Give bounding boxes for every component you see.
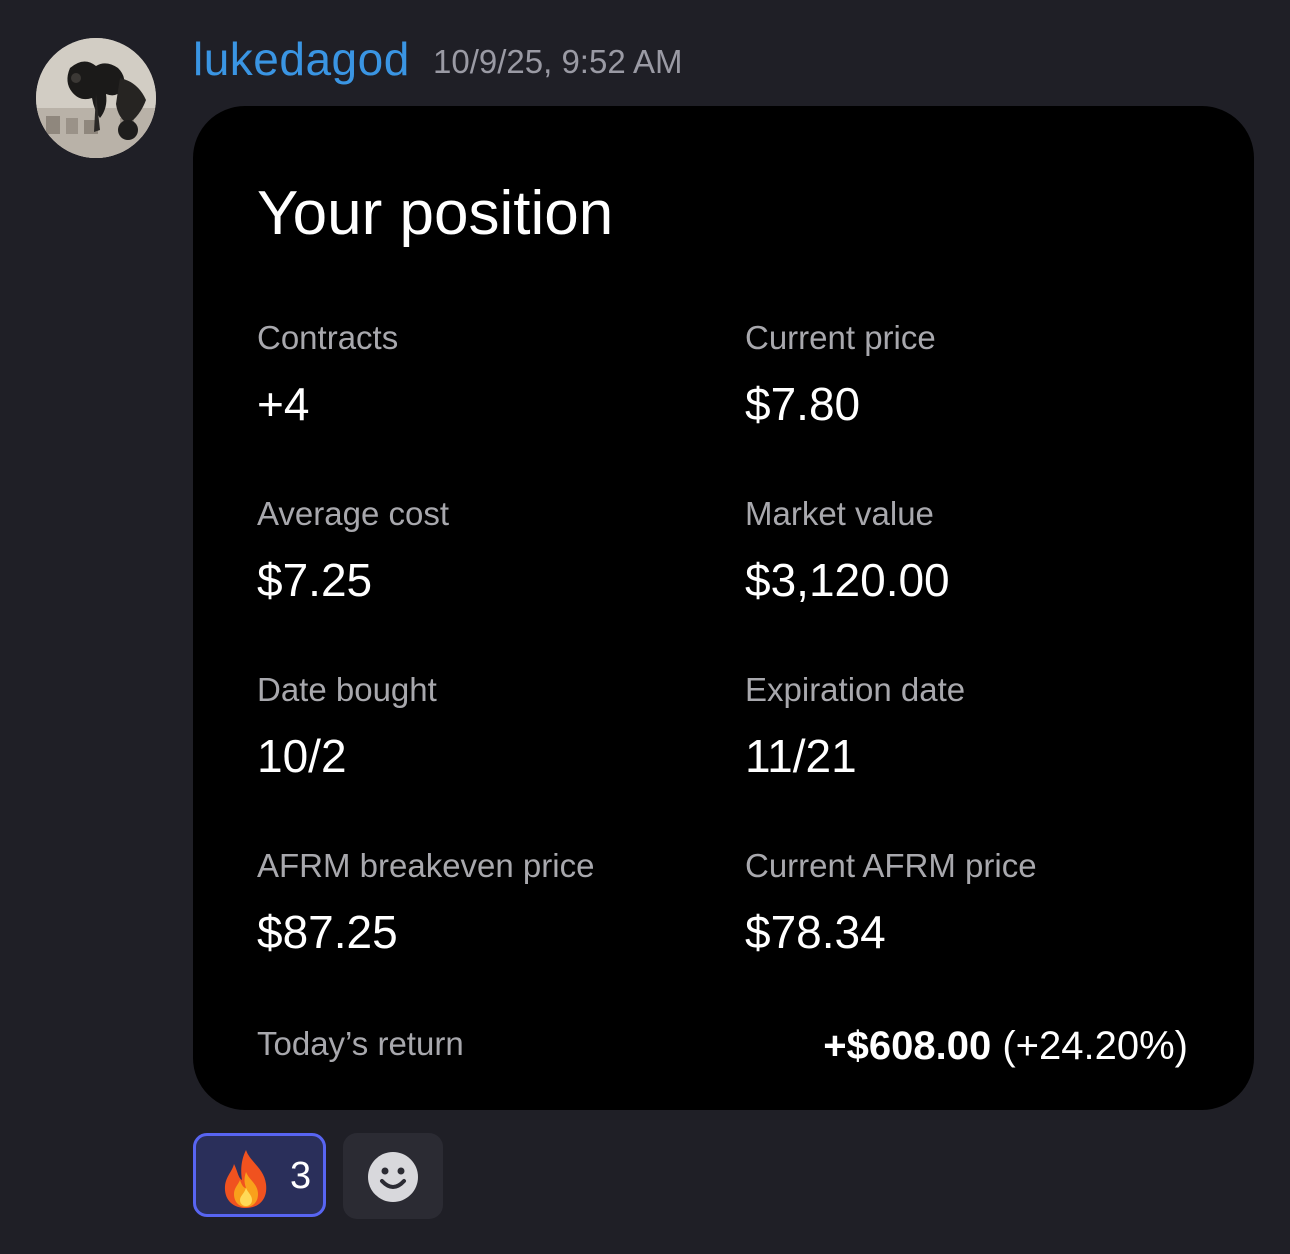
average-cost-value: $7.25 bbox=[257, 554, 373, 606]
expiration-date-value: 11/21 bbox=[745, 730, 857, 782]
date-bought-label: Date bought bbox=[257, 671, 437, 708]
timestamp: 10/9/25, 9:52 AM bbox=[433, 43, 683, 80]
card-title: Your position bbox=[257, 179, 614, 248]
current-price-value: $7.80 bbox=[745, 378, 861, 430]
breakeven-price-value: $87.25 bbox=[257, 906, 398, 958]
add-reaction-button[interactable] bbox=[343, 1133, 443, 1219]
fire-emoji-icon bbox=[224, 1150, 267, 1208]
fire-reaction-button[interactable]: 3 bbox=[193, 1133, 326, 1217]
position-card: Your position Contracts +4 Current price… bbox=[193, 106, 1254, 1110]
chat-message: lukedagod 10/9/25, 9:52 AM Your position… bbox=[0, 0, 1290, 1254]
market-value-label: Market value bbox=[745, 495, 934, 532]
todays-return-value: +$608.00 (+24.20%) bbox=[823, 1022, 1188, 1070]
average-cost-label: Average cost bbox=[257, 495, 450, 532]
return-percent: (+24.20%) bbox=[1002, 1024, 1188, 1068]
todays-return-label: Today’s return bbox=[257, 1025, 464, 1062]
breakeven-price-label: AFRM breakeven price bbox=[257, 847, 595, 884]
statue-avatar-icon bbox=[36, 38, 156, 158]
contracts-label: Contracts bbox=[257, 319, 399, 356]
username[interactable]: lukedagod bbox=[193, 30, 410, 88]
contracts-value: +4 bbox=[257, 378, 310, 430]
current-afrm-price-label: Current AFRM price bbox=[745, 847, 1037, 884]
smiley-add-reaction-icon bbox=[368, 1152, 418, 1202]
date-bought-value: 10/2 bbox=[257, 730, 347, 782]
current-price-label: Current price bbox=[745, 319, 936, 356]
market-value-value: $3,120.00 bbox=[745, 554, 950, 606]
return-amount: +$608.00 bbox=[823, 1024, 992, 1068]
avatar[interactable] bbox=[36, 38, 156, 158]
reaction-count: 3 bbox=[290, 1155, 312, 1197]
expiration-date-label: Expiration date bbox=[745, 671, 966, 708]
current-afrm-price-value: $78.34 bbox=[745, 906, 886, 958]
